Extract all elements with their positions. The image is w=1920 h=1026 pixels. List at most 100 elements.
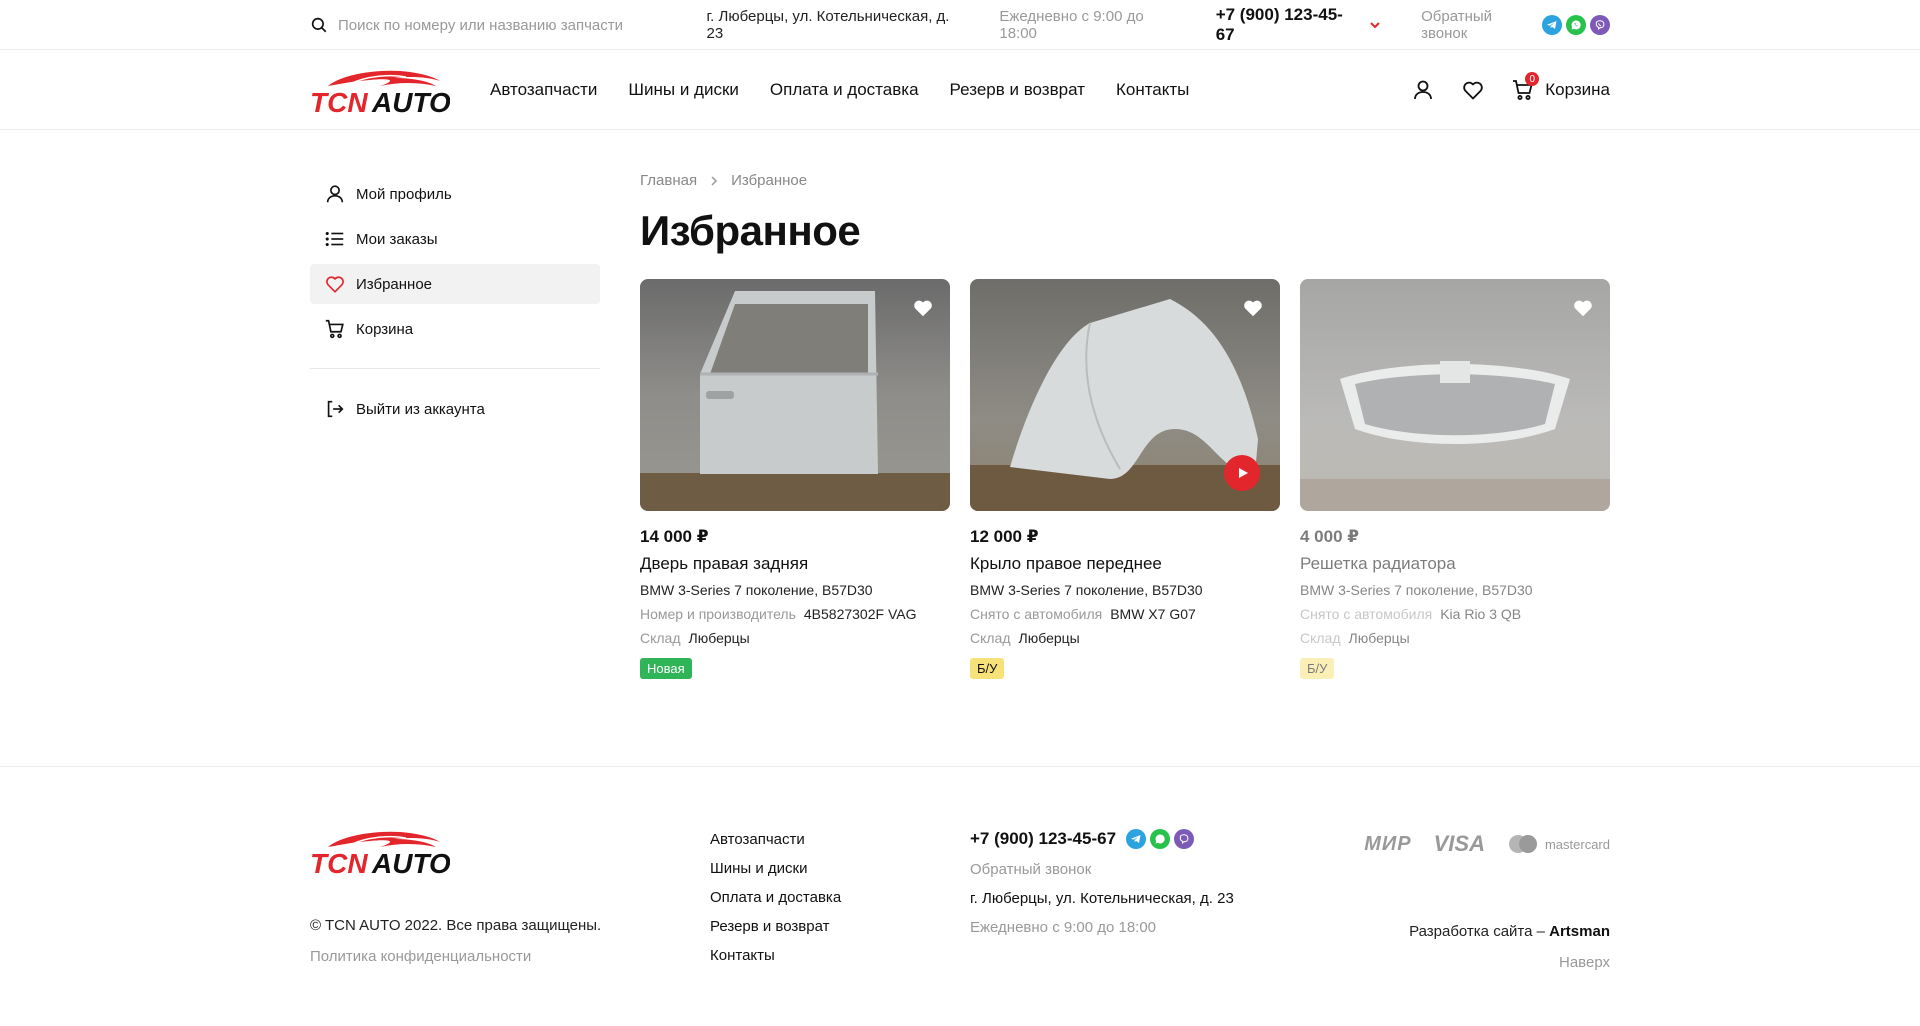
product-photo[interactable] (1300, 279, 1610, 511)
play-video-button[interactable] (1224, 455, 1260, 491)
footer-nav-tires-wheels[interactable]: Шины и диски (710, 860, 970, 877)
cart-button[interactable]: 0 Корзина (1511, 72, 1610, 102)
chevron-right-icon (711, 175, 718, 186)
sidebar-divider (310, 368, 600, 369)
account-sidebar: Мой профиль Мои заказы Избранное Корзина… (310, 130, 600, 679)
search-box[interactable] (310, 16, 707, 34)
favorite-heart-icon[interactable] (912, 297, 934, 319)
product-warehouse: Склад Люберцы (970, 630, 1280, 646)
breadcrumb-home[interactable]: Главная (640, 172, 697, 189)
back-to-top-link[interactable]: Наверх (1350, 954, 1610, 971)
main-nav: Автозапчасти Шины и диски Оплата и доста… (490, 80, 1189, 100)
store-address: г. Люберцы, ул. Котельническая, д. 23 (706, 8, 950, 42)
footer-nav-reserve-return[interactable]: Резерв и возврат (710, 918, 970, 935)
footer-phone[interactable]: +7 (900) 123-45-67 (970, 829, 1116, 849)
site-footer: TCN AUTO © TCN AUTO 2022. Все права защи… (0, 767, 1920, 976)
product-photo[interactable] (970, 279, 1280, 511)
nav-contacts[interactable]: Контакты (1116, 80, 1189, 100)
grille-photo (1300, 279, 1610, 511)
heart-icon[interactable] (1461, 78, 1485, 102)
door-photo (640, 279, 950, 511)
product-photo[interactable] (640, 279, 950, 511)
whatsapp-icon[interactable] (1150, 829, 1171, 849)
main-area: Мой профиль Мои заказы Избранное Корзина… (0, 130, 1920, 767)
sidebar-item-label: Корзина (356, 320, 414, 338)
footer-hours: Ежедневно с 9:00 до 18:00 (970, 919, 1157, 936)
sidebar-item-cart[interactable]: Корзина (310, 309, 600, 349)
page-title: Избранное (640, 207, 861, 254)
tcnauto-logo[interactable]: TCN AUTO (310, 825, 450, 877)
footer-callback-link[interactable]: Обратный звонок (970, 861, 1350, 878)
messenger-links (1542, 15, 1610, 35)
play-icon (1239, 468, 1248, 478)
product-card[interactable]: 14 000 ₽ Дверь правая задняя BMW 3-Serie… (640, 279, 950, 679)
product-card[interactable]: 4 000 ₽ Решетка радиатора BMW 3-Series 7… (1300, 279, 1610, 679)
header-actions: 0 Корзина (1411, 72, 1610, 102)
meta-value: 4B5827302F VAG (803, 606, 917, 622)
nav-payment-delivery[interactable]: Оплата и доставка (770, 80, 919, 100)
sidebar-item-logout[interactable]: Выйти из аккаунта (310, 389, 600, 429)
product-warehouse: Склад Люберцы (1300, 630, 1610, 646)
sidebar-item-label: Мои заказы (356, 230, 438, 248)
whatsapp-icon[interactable] (1566, 15, 1586, 35)
mir-logo: МИР (1364, 832, 1412, 855)
developer-link[interactable]: Artsman (1549, 923, 1610, 940)
telegram-icon[interactable] (1542, 15, 1562, 35)
condition-badge: Новая (640, 658, 692, 679)
site-header: TCN AUTO Автозапчасти Шины и диски Оплат… (0, 50, 1920, 130)
meta-value: Люберцы (688, 630, 750, 646)
footer-phone-row: +7 (900) 123-45-67 (970, 829, 1350, 849)
product-model: BMW 3-Series 7 поколение, B57D30 (640, 582, 873, 598)
nav-autoparts[interactable]: Автозапчасти (490, 80, 597, 100)
cart-label[interactable]: Корзина (1545, 80, 1610, 100)
footer-nav-payment-delivery[interactable]: Оплата и доставка (710, 889, 970, 906)
footer-nav-contacts[interactable]: Контакты (710, 947, 970, 964)
phone-dropdown[interactable]: +7 (900) 123-45-67 (1216, 5, 1381, 45)
search-icon[interactable] (310, 16, 328, 34)
user-icon (326, 185, 344, 203)
svg-text:TCN: TCN (310, 87, 368, 116)
meta-value: Люберцы (1348, 630, 1410, 646)
sidebar-item-label: Выйти из аккаунта (356, 400, 485, 418)
footer-nav: Автозапчасти Шины и диски Оплата и доста… (710, 825, 970, 976)
viber-icon[interactable] (1174, 829, 1195, 849)
sidebar-item-profile[interactable]: Мой профиль (310, 174, 600, 214)
user-icon[interactable] (1411, 78, 1435, 102)
product-name[interactable]: Решетка радиатора (1300, 554, 1610, 574)
callback-link[interactable]: Обратный звонок (1421, 8, 1542, 42)
nav-reserve-return[interactable]: Резерв и возврат (950, 80, 1085, 100)
sidebar-item-orders[interactable]: Мои заказы (310, 219, 600, 259)
logout-icon (327, 400, 344, 418)
developer-credit: Разработка сайта – Artsman (1350, 923, 1610, 940)
developer-prefix: Разработка сайта – (1409, 923, 1550, 940)
meta-key: Склад (1300, 630, 1341, 646)
favorite-heart-icon[interactable] (1242, 297, 1264, 319)
footer-address: г. Люберцы, ул. Котельническая, д. 23 (970, 890, 1234, 907)
product-price: 14 000 ₽ (640, 527, 709, 546)
telegram-icon[interactable] (1126, 829, 1147, 849)
top-bar: г. Люберцы, ул. Котельническая, д. 23 Еж… (0, 0, 1920, 50)
svg-text:AUTO: AUTO (371, 87, 450, 116)
viber-icon[interactable] (1590, 15, 1610, 35)
condition-badge: Б/У (970, 658, 1005, 679)
favorite-heart-icon[interactable] (1572, 297, 1594, 319)
mastercard-logo: mastercard (1507, 834, 1610, 854)
nav-tires-wheels[interactable]: Шины и диски (628, 80, 738, 100)
footer-nav-autoparts[interactable]: Автозапчасти (710, 831, 970, 848)
meta-value: BMW X7 G07 (1110, 606, 1196, 622)
search-input[interactable] (338, 16, 678, 34)
chevron-down-icon[interactable] (1369, 19, 1381, 31)
product-name[interactable]: Дверь правая задняя (640, 554, 950, 574)
privacy-policy-link[interactable]: Политика конфиденциальности (310, 948, 710, 965)
tcnauto-logo[interactable]: TCN AUTO (310, 64, 450, 116)
phone-number[interactable]: +7 (900) 123-45-67 (1216, 5, 1361, 45)
product-card[interactable]: 12 000 ₽ Крыло правое переднее BMW 3-Ser… (970, 279, 1280, 679)
sidebar-item-label: Мой профиль (356, 185, 452, 203)
cart-count-badge: 0 (1525, 72, 1540, 86)
list-icon (325, 231, 344, 247)
meta-key: Склад (640, 630, 681, 646)
sidebar-item-favorites[interactable]: Избранное (310, 264, 600, 304)
product-grid: 14 000 ₽ Дверь правая задняя BMW 3-Serie… (640, 279, 1610, 679)
meta-key: Снято с автомобиля (1300, 606, 1433, 622)
product-name[interactable]: Крыло правое переднее (970, 554, 1280, 574)
